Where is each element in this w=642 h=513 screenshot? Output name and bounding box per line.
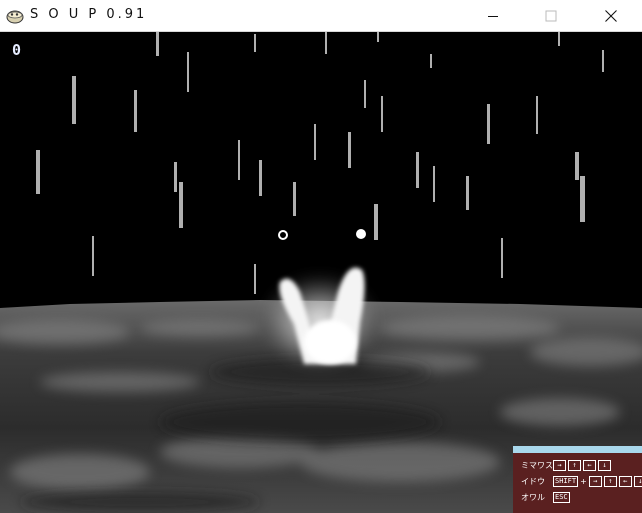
- key-down: ↓: [598, 459, 611, 471]
- game-scene: [0, 32, 642, 513]
- key-shift: SHIFT: [553, 475, 579, 487]
- game-viewport[interactable]: 0: [0, 32, 642, 513]
- controls-panel: ミマワス → ↑ ← ↓ イドウ SHIFT + → ↑ ← ↓ オワル ESC: [513, 446, 642, 513]
- close-button[interactable]: [588, 0, 634, 31]
- control-row-look: ミマワス → ↑ ← ↓: [521, 459, 613, 471]
- rain: [36, 32, 604, 294]
- key-left: ←: [618, 475, 632, 487]
- title-bar[interactable]: S O U P 0.91: [0, 0, 642, 32]
- control-label: ミマワス: [521, 460, 553, 470]
- key-right: →: [553, 459, 566, 471]
- plus-sign: +: [580, 476, 587, 486]
- control-label: イドウ: [521, 476, 545, 486]
- score-counter: 0: [12, 41, 22, 59]
- maximize-button[interactable]: [528, 0, 574, 31]
- maximize-icon: [545, 10, 557, 22]
- key-esc: ESC: [553, 491, 570, 503]
- floating-dot-left: [278, 230, 288, 240]
- key-up: ↑: [568, 459, 581, 471]
- minimize-button[interactable]: [470, 0, 516, 31]
- control-row-quit: オワル ESC: [521, 491, 572, 503]
- key-down: ↓: [633, 475, 642, 487]
- control-row-move: イドウ SHIFT + → ↑ ← ↓: [521, 475, 642, 487]
- floating-dot-right: [356, 229, 366, 239]
- soup-bowl-icon: [6, 10, 24, 24]
- key-up: ↑: [603, 475, 617, 487]
- key-left: ←: [583, 459, 596, 471]
- soup-creature: [260, 267, 380, 372]
- control-label: オワル: [521, 492, 545, 502]
- close-icon: [605, 10, 617, 22]
- key-right: →: [588, 475, 602, 487]
- window-title: S O U P 0.91: [30, 7, 148, 22]
- minimize-icon: [488, 16, 498, 17]
